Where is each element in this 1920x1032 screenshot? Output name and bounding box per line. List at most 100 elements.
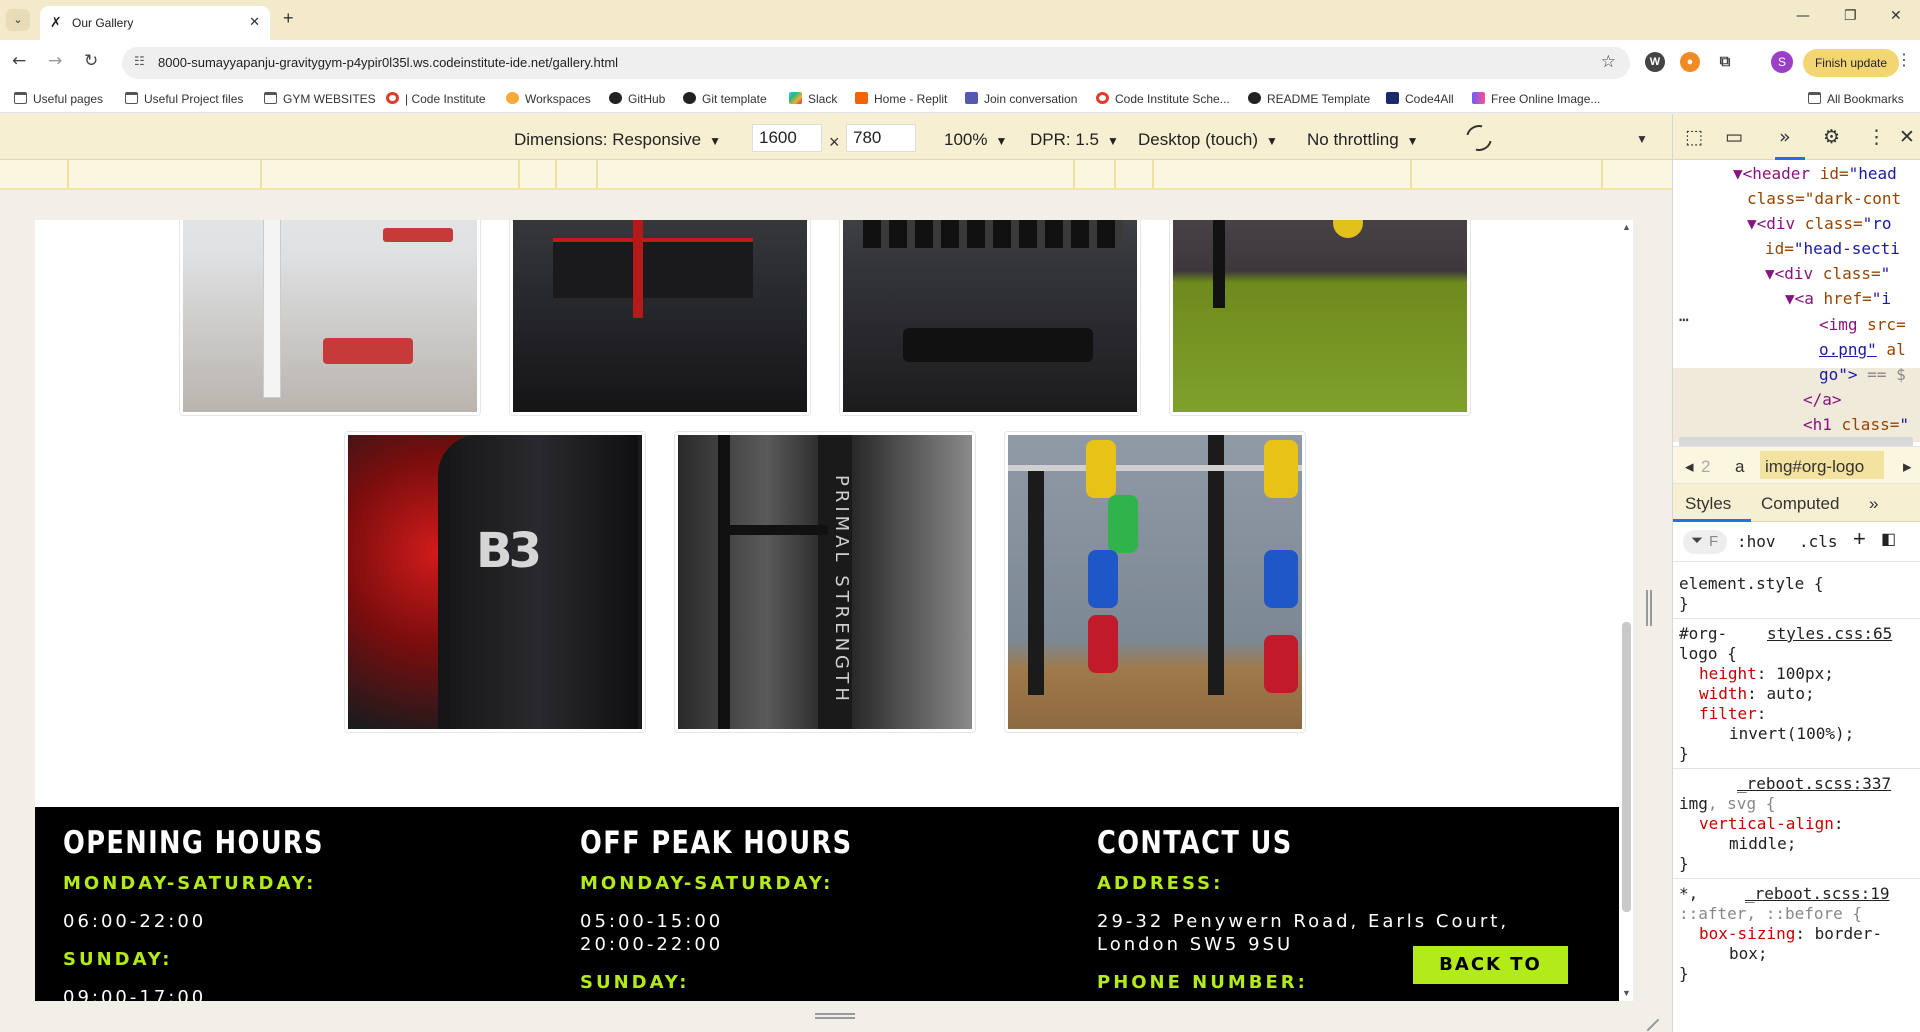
bookmark-gym-websites[interactable]: GYM WEBSITES <box>264 92 376 106</box>
media-query-marker[interactable] <box>518 160 520 188</box>
bookmark-git-template[interactable]: Git template <box>683 92 767 106</box>
bookmark-code-institute-schedule[interactable]: Code Institute Sche... <box>1096 92 1230 106</box>
breadcrumb-right-arrow-icon[interactable]: ▸ <box>1903 457 1912 477</box>
media-query-marker[interactable] <box>1601 160 1603 188</box>
org-logo-selector-cont[interactable]: logo { <box>1679 644 1737 663</box>
more-panels-icon[interactable]: » <box>1779 126 1791 148</box>
new-rule-plus-icon[interactable]: + <box>1853 526 1866 552</box>
computed-sidebar-icon[interactable]: ◧ <box>1881 529 1896 549</box>
bookmark-code-institute[interactable]: | Code Institute <box>386 92 486 106</box>
gallery-item[interactable] <box>1004 431 1306 733</box>
viewport-width-input[interactable]: 1600 <box>752 124 822 152</box>
more-tabs-icon[interactable]: » <box>1869 494 1878 514</box>
bookmark-star-icon[interactable]: ☆ <box>1601 52 1616 72</box>
tab-styles[interactable]: Styles <box>1685 494 1731 514</box>
dom-line[interactable]: ▼<a href="i <box>1785 289 1891 308</box>
breadcrumb-selected-item[interactable]: img#org-logo <box>1765 457 1864 477</box>
puzzle-extensions-icon[interactable]: ⧉ <box>1715 52 1735 72</box>
scroll-up-arrow-icon[interactable]: ▲ <box>1622 222 1631 232</box>
bookmark-readme-template[interactable]: README Template <box>1248 92 1370 106</box>
all-bookmarks[interactable]: All Bookmarks <box>1808 92 1904 106</box>
device-toggle-icon[interactable]: ▭ <box>1725 126 1743 148</box>
bookmark-workspaces[interactable]: Workspaces <box>506 92 591 106</box>
viewport-height-input[interactable]: 780 <box>846 124 916 152</box>
extension-icon[interactable]: ● <box>1680 52 1700 72</box>
media-query-marker[interactable] <box>596 160 598 188</box>
gallery-item[interactable] <box>509 220 811 416</box>
dom-line[interactable]: </a> <box>1803 390 1842 409</box>
bookmark-useful-project-files[interactable]: Useful Project files <box>125 92 243 106</box>
address-bar[interactable]: ☷ 8000-sumayyapanju-gravitygym-p4ypir0l3… <box>122 47 1630 79</box>
rotate-icon[interactable] <box>1461 120 1497 156</box>
width-declaration[interactable]: width: auto; <box>1699 684 1815 703</box>
media-query-marker[interactable] <box>260 160 262 188</box>
gallery-item[interactable]: B3 <box>344 431 646 733</box>
throttling-dropdown[interactable]: No throttling ▼ <box>1307 130 1419 150</box>
minimize-icon[interactable]: — <box>1796 8 1810 24</box>
height-declaration[interactable]: height: 100px; <box>1699 664 1834 683</box>
media-query-marker[interactable] <box>1073 160 1075 188</box>
window-close-icon[interactable]: ✕ <box>1890 8 1902 24</box>
dom-line[interactable]: <h1 class=" <box>1803 415 1909 434</box>
page-scrollbar[interactable]: ▲ ▼ <box>1619 220 1633 1001</box>
media-query-marker[interactable] <box>555 160 557 188</box>
media-query-marker[interactable] <box>1114 160 1116 188</box>
hover-state-toggle[interactable]: :hov <box>1737 532 1776 551</box>
settings-gear-icon[interactable]: ⚙ <box>1823 126 1840 148</box>
dom-line-selected[interactable]: go"> == $ <box>1819 365 1906 384</box>
browser-tab[interactable]: ✗ Our Gallery ✕ <box>40 6 270 40</box>
device-more-caret-icon[interactable]: ▼ <box>1636 132 1648 146</box>
url-text[interactable]: 8000-sumayyapanju-gravitygym-p4ypir0l35l… <box>158 55 618 70</box>
dom-line-selected[interactable]: o.png" al <box>1819 340 1906 359</box>
zoom-dropdown[interactable]: 100% ▼ <box>944 130 1007 150</box>
reboot-scss-link[interactable]: _reboot.scss:337 <box>1737 774 1891 793</box>
bookmark-github[interactable]: GitHub <box>609 92 665 106</box>
filter-value[interactable]: invert(100%); <box>1729 724 1854 743</box>
inspect-element-icon[interactable]: ⬚ <box>1685 126 1703 148</box>
close-icon[interactable]: ✕ <box>249 14 260 30</box>
breadcrumb-item[interactable]: 2 <box>1701 457 1710 477</box>
dom-line[interactable]: ▼<div class="ro <box>1747 214 1892 233</box>
dom-line[interactable]: id="head-secti <box>1765 239 1900 258</box>
dpr-dropdown[interactable]: DPR: 1.5 ▼ <box>1030 130 1119 150</box>
wordpress-extension-icon[interactable]: W <box>1645 52 1665 72</box>
dom-line[interactable]: ▼<header id="head <box>1733 164 1897 183</box>
bookmark-useful-pages[interactable]: Useful pages <box>14 92 103 106</box>
bookmark-free-online-image[interactable]: Free Online Image... <box>1472 92 1600 106</box>
viewport-corner-resize-handle[interactable] <box>1636 1008 1660 1032</box>
filter-input[interactable]: ⏷ F <box>1683 530 1727 554</box>
chrome-menu-icon[interactable]: ⋮ <box>1896 50 1912 70</box>
reboot-scss-link[interactable]: _reboot.scss:19 <box>1745 884 1890 903</box>
box-sizing-declaration[interactable]: box-sizing: border- <box>1699 924 1882 943</box>
gallery-item[interactable] <box>839 220 1141 416</box>
finish-update-button[interactable]: Finish update <box>1803 49 1899 77</box>
org-logo-selector[interactable]: #org- <box>1679 624 1727 643</box>
restore-icon[interactable]: ❐ <box>1844 8 1857 24</box>
new-tab-plus-icon[interactable]: + <box>283 8 294 29</box>
dom-line-selected[interactable]: <img src= <box>1819 315 1906 334</box>
breadcrumb-left-arrow-icon[interactable]: ◂ <box>1685 457 1694 477</box>
bookmark-code4all[interactable]: Code4All <box>1386 92 1454 106</box>
scroll-down-arrow-icon[interactable]: ▼ <box>1622 988 1631 998</box>
bookmark-join-conversation[interactable]: Join conversation <box>965 92 1077 106</box>
dom-ellipsis-icon[interactable]: ⋯ <box>1679 310 1689 329</box>
devtools-close-icon[interactable]: ✕ <box>1899 126 1915 148</box>
device-type-dropdown[interactable]: Desktop (touch) ▼ <box>1138 130 1278 150</box>
devtools-menu-icon[interactable]: ⋮ <box>1867 126 1886 148</box>
media-query-marker[interactable] <box>1152 160 1154 188</box>
img-svg-selector[interactable]: img, svg { <box>1679 794 1775 813</box>
bookmark-replit[interactable]: Home - Replit <box>855 92 947 106</box>
universal-selector[interactable]: *, <box>1679 884 1698 903</box>
vertical-align-declaration[interactable]: vertical-align: <box>1699 814 1844 833</box>
viewport-width-resize-handle[interactable] <box>1646 590 1652 626</box>
filter-declaration[interactable]: filter: <box>1699 704 1766 723</box>
bookmark-slack[interactable]: Slack <box>789 92 837 106</box>
vertical-align-value[interactable]: middle; <box>1729 834 1796 853</box>
media-query-marker[interactable] <box>1410 160 1412 188</box>
dom-line[interactable]: ▼<div class=" <box>1765 264 1890 283</box>
dom-line[interactable]: class="dark-cont <box>1747 189 1901 208</box>
styles-css-link[interactable]: styles.css:65 <box>1767 624 1892 643</box>
profile-avatar[interactable]: S <box>1771 51 1793 73</box>
gallery-item[interactable] <box>1169 220 1471 416</box>
tab-search-chevron-icon[interactable]: ⌄ <box>6 9 30 31</box>
